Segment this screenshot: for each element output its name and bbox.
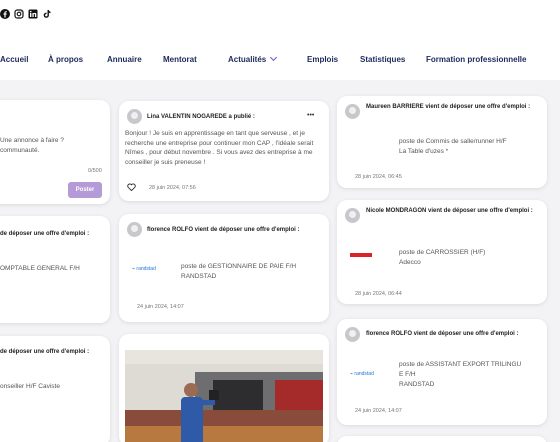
nav-actualites[interactable]: Actualités — [228, 53, 278, 64]
offer-date: 28 juin 2024, 06:45 — [355, 174, 402, 180]
offer-title[interactable]: OMPTABLE GENERAL F/H — [0, 264, 80, 274]
post-image-card — [119, 334, 329, 442]
nav-statistiques[interactable]: Statistiques — [360, 55, 405, 64]
tiktok-icon[interactable] — [42, 6, 52, 18]
job-offer-card[interactable]: de déposer une offre d'emploi : onseille… — [0, 336, 110, 442]
randstad-logo: ⌁ randstad — [132, 266, 156, 272]
offer-header: de déposer une offre d'emploi : — [0, 231, 90, 237]
job-offer-card[interactable]: florence ROLFO vient de déposer une offr… — [337, 319, 547, 425]
offer-date: 28 juin 2024, 06:44 — [355, 291, 402, 297]
offer-date: 24 juin 2024, 14:07 — [355, 408, 402, 414]
job-offer-card[interactable]: Maureen BARRIERE vient de déposer une of… — [337, 96, 547, 188]
offer-header: de déposer une offre d'emploi : — [0, 349, 90, 355]
offer-title[interactable]: onseiller H/F Caviste — [0, 382, 60, 392]
offer-date: 24 juin 2024, 14:07 — [137, 304, 184, 310]
nav-mentorat[interactable]: Mentorat — [163, 55, 197, 64]
facebook-icon[interactable] — [0, 6, 10, 19]
offer-title[interactable]: poste de CARROSSIER (H/F) — [399, 248, 485, 258]
avatar — [345, 208, 360, 223]
avatar — [345, 104, 360, 119]
nav-annuaire[interactable]: Annuaire — [107, 55, 142, 64]
instagram-icon[interactable] — [14, 6, 24, 19]
offer-header: florence ROLFO vient de déposer une offr… — [366, 331, 519, 337]
post-text: Bonjour ! Je suis en apprentissage en ta… — [125, 130, 314, 166]
post-image — [125, 350, 323, 442]
heart-icon[interactable] — [127, 183, 136, 191]
post-button[interactable]: Poster — [68, 182, 102, 198]
user-post-card: Lina VALENTIN NOGAREDE a publié : ••• Bo… — [119, 101, 329, 201]
offer-company: RANDSTAD — [399, 381, 435, 388]
post-author: Lina VALENTIN NOGAREDE a publié : — [147, 114, 255, 120]
offer-title[interactable]: poste de Commis de salle/runner H/F — [399, 137, 507, 147]
avatar — [127, 222, 142, 237]
avatar — [127, 109, 142, 124]
top-navigation: Accueil À propos Annuaire Mentorat Actua… — [0, 0, 560, 80]
job-offer-card[interactable]: florence ROLFO vient de déposer une offr… — [119, 214, 329, 322]
offer-title-line2[interactable]: E F/H — [399, 370, 416, 380]
offer-title-line1[interactable]: poste de ASSISTANT EXPORT TRILINGU — [399, 360, 521, 370]
social-links — [0, 6, 52, 19]
avatar — [345, 327, 360, 342]
composer-char-counter: 0/500 — [88, 168, 102, 174]
offer-company: La Table d'uzes * — [399, 148, 449, 155]
offer-company: RANDSTAD — [181, 273, 217, 280]
post-composer-card: Une annonce à faire ? communauté. 0/500 … — [0, 100, 110, 204]
nav-accueil[interactable]: Accueil — [0, 55, 28, 64]
company-logo-text: randstad — [136, 266, 156, 272]
offer-header: Nicole MONDRAGON vient de déposer une of… — [366, 208, 533, 214]
composer-placeholder-line2[interactable]: communauté. — [0, 146, 39, 156]
offer-header: Maureen BARRIERE vient de déposer une of… — [366, 104, 531, 110]
job-offer-card[interactable]: Nicole MONDRAGON vient de déposer une of… — [337, 200, 547, 304]
job-offer-card-partial[interactable] — [337, 436, 547, 442]
adecco-logo — [350, 253, 372, 257]
more-options-icon[interactable]: ••• — [307, 112, 314, 119]
nav-a-propos[interactable]: À propos — [48, 55, 83, 64]
randstad-logo: ⌁ randstad — [350, 371, 374, 377]
composer-placeholder-line1[interactable]: Une annonce à faire ? — [0, 136, 64, 146]
job-offer-card[interactable]: de déposer une offre d'emploi : OMPTABLE… — [0, 216, 110, 323]
offer-title[interactable]: poste de GESTIONNAIRE DE PAIE F/H — [181, 262, 296, 272]
post-date: 28 juin 2024, 07:56 — [149, 185, 196, 191]
nav-actualites-label: Actualités — [228, 55, 267, 64]
offer-header: florence ROLFO vient de déposer une offr… — [147, 227, 300, 233]
nav-formation-professionnelle[interactable]: Formation professionnelle — [426, 55, 526, 64]
company-logo-text: randstad — [354, 371, 374, 377]
offer-company: Adecco — [399, 259, 421, 266]
nav-emplois[interactable]: Emplois — [307, 55, 338, 64]
linkedin-icon[interactable] — [28, 6, 38, 19]
chevron-down-icon — [270, 53, 278, 62]
